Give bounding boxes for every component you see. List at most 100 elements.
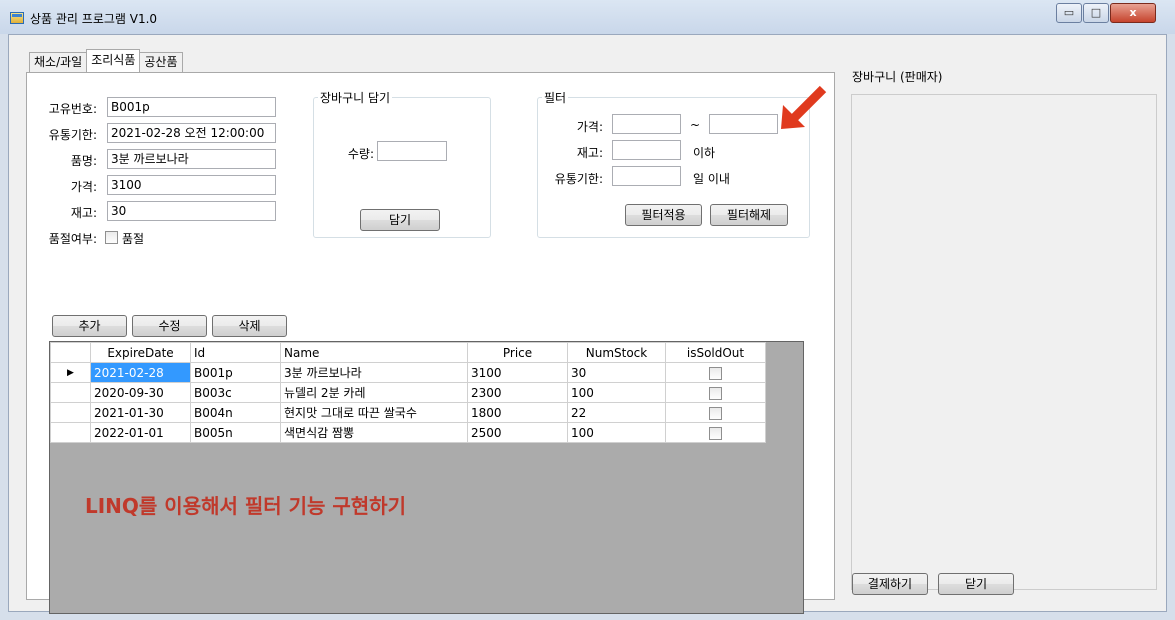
filter-expire-field[interactable] [612, 166, 681, 186]
add-to-cart-button[interactable]: 담기 [360, 209, 440, 231]
filter-stock-field[interactable] [612, 140, 681, 160]
cell-expiredate[interactable]: 2021-01-30 [90, 402, 191, 423]
column-header-numstock[interactable]: NumStock [567, 342, 666, 363]
cell-name[interactable]: 뉴델리 2분 카레 [280, 382, 468, 403]
edit-product-button[interactable]: 수정 [132, 315, 207, 337]
window-title: 상품 관리 프로그램 V1.0 [30, 12, 158, 26]
stock-label: 재고: [70, 206, 97, 220]
cell-id[interactable]: B005n [190, 422, 281, 443]
price-field[interactable]: 3100 [107, 175, 276, 195]
filter-price-from-field[interactable] [612, 114, 681, 134]
cell-issoldout[interactable] [665, 402, 766, 423]
cell-expiredate[interactable]: 2021-02-28 [90, 362, 191, 383]
price-range-tilde: ~ [690, 118, 701, 132]
expire-date-field[interactable]: 2021-02-28 오전 12:00:00 [107, 123, 276, 143]
stock-field[interactable]: 30 [107, 201, 276, 221]
minimize-button[interactable]: ▭ [1056, 3, 1082, 23]
id-label: 고유번호: [48, 102, 97, 116]
qty-label: 수량: [347, 147, 374, 161]
client-area: 채소/과일 조리식품 공산품 고유번호: B001p 유통기한: 2021-02… [8, 34, 1167, 614]
clear-filter-button[interactable]: 필터해제 [710, 204, 788, 226]
tab-strip: 채소/과일 조리식품 공산품 [29, 49, 183, 72]
table-row[interactable]: 2021-01-30 B004n 현지맛 그대로 따끈 쌀국수 1800 22 [50, 402, 766, 423]
row-header[interactable] [50, 382, 91, 403]
close-window-button[interactable]: x [1110, 3, 1156, 23]
product-table: ExpireDate Id Name Price NumStock isSold… [50, 342, 766, 443]
cell-numstock[interactable]: 100 [567, 422, 666, 443]
app-icon [10, 12, 24, 24]
expire-label: 유통기한: [48, 128, 97, 142]
maximize-button[interactable]: □ [1083, 3, 1109, 23]
table-row[interactable]: ▶ 2021-02-28 B001p 3분 까르보나라 3100 30 [50, 362, 766, 383]
app-window: 상품 관리 프로그램 V1.0 ▭ □ x 채소/과일 조리식품 공산품 고유번… [0, 0, 1175, 620]
soldout-checkbox-label: 품절 [122, 232, 145, 246]
filter-group-title: 필터 [542, 89, 569, 106]
product-grid[interactable]: ExpireDate Id Name Price NumStock isSold… [49, 341, 804, 614]
cart-group-title: 장바구니 담기 [318, 89, 393, 106]
column-header-price[interactable]: Price [467, 342, 568, 363]
filter-groupbox: 필터 가격: ~ 재고: 이하 유통기한: 일 이내 필터적용 필터해제 [537, 89, 810, 238]
add-product-button[interactable]: 추가 [52, 315, 127, 337]
filter-stock-suffix: 이하 [693, 146, 716, 160]
soldout-checkbox[interactable] [105, 231, 118, 244]
row-header[interactable] [50, 422, 91, 443]
title-bar[interactable]: 상품 관리 프로그램 V1.0 ▭ □ x [0, 0, 1175, 34]
column-header-expiredate[interactable]: ExpireDate [90, 342, 191, 363]
cart-listbox[interactable] [851, 94, 1157, 590]
cell-expiredate[interactable]: 2022-01-01 [90, 422, 191, 443]
price-label: 가격: [70, 180, 97, 194]
grid-corner-header [50, 342, 91, 363]
name-label: 품명: [70, 154, 97, 168]
filter-price-label: 가격: [576, 120, 603, 134]
annotation-caption: LINQ를 이용해서 필터 기능 구현하기 [85, 494, 406, 518]
filter-price-to-field[interactable] [709, 114, 778, 134]
cell-name[interactable]: 3분 까르보나라 [280, 362, 468, 383]
column-header-name[interactable]: Name [280, 342, 468, 363]
cart-panel-title: 장바구니 (판매자) [852, 70, 943, 84]
tab-vegetables-fruit[interactable]: 채소/과일 [29, 52, 88, 72]
cell-expiredate[interactable]: 2020-09-30 [90, 382, 191, 403]
cart-groupbox: 장바구니 담기 수량: 담기 [313, 89, 491, 238]
table-row[interactable]: 2020-09-30 B003c 뉴델리 2분 카레 2300 100 [50, 382, 766, 403]
current-row-marker: ▶ [50, 362, 91, 383]
cell-numstock[interactable]: 22 [567, 402, 666, 423]
soldout-cell-checkbox[interactable] [709, 406, 722, 420]
grid-header-row: ExpireDate Id Name Price NumStock isSold… [50, 342, 766, 363]
cell-name[interactable]: 현지맛 그대로 따끈 쌀국수 [280, 402, 468, 423]
soldout-cell-checkbox[interactable] [709, 426, 722, 440]
cell-issoldout[interactable] [665, 422, 766, 443]
red-arrow-icon [781, 85, 827, 129]
cell-issoldout[interactable] [665, 382, 766, 403]
table-row[interactable]: 2022-01-01 B005n 색면식감 짬뽕 2500 100 [50, 422, 766, 443]
cell-issoldout[interactable] [665, 362, 766, 383]
column-header-id[interactable]: Id [190, 342, 281, 363]
soldout-cell-checkbox[interactable] [709, 366, 722, 380]
tab-panel: 고유번호: B001p 유통기한: 2021-02-28 오전 12:00:00… [26, 72, 835, 614]
close-button[interactable]: 닫기 [938, 573, 1014, 595]
cell-name[interactable]: 색면식감 짬뽕 [280, 422, 468, 443]
cell-id[interactable]: B003c [190, 382, 281, 403]
row-header[interactable] [50, 402, 91, 423]
filter-expire-suffix: 일 이내 [693, 172, 730, 186]
name-field[interactable]: 3분 까르보나라 [107, 149, 276, 169]
filter-expire-label: 유통기한: [554, 172, 603, 186]
cell-price[interactable]: 3100 [467, 362, 568, 383]
apply-filter-button[interactable]: 필터적용 [625, 204, 702, 226]
tab-cooked-food[interactable]: 조리식품 [86, 49, 141, 72]
cell-price[interactable]: 2300 [467, 382, 568, 403]
cell-numstock[interactable]: 30 [567, 362, 666, 383]
filter-stock-label: 재고: [576, 146, 603, 160]
cell-price[interactable]: 2500 [467, 422, 568, 443]
cell-price[interactable]: 1800 [467, 402, 568, 423]
cell-id[interactable]: B001p [190, 362, 281, 383]
qty-field[interactable] [377, 141, 447, 161]
cell-id[interactable]: B004n [190, 402, 281, 423]
checkout-button[interactable]: 결제하기 [852, 573, 928, 595]
cell-numstock[interactable]: 100 [567, 382, 666, 403]
delete-product-button[interactable]: 삭제 [212, 315, 287, 337]
soldout-cell-checkbox[interactable] [709, 386, 722, 400]
column-header-issoldout[interactable]: isSoldOut [665, 342, 766, 363]
soldout-label: 품절여부: [48, 232, 97, 246]
id-field[interactable]: B001p [107, 97, 276, 117]
tab-industrial-goods[interactable]: 공산품 [139, 52, 183, 72]
